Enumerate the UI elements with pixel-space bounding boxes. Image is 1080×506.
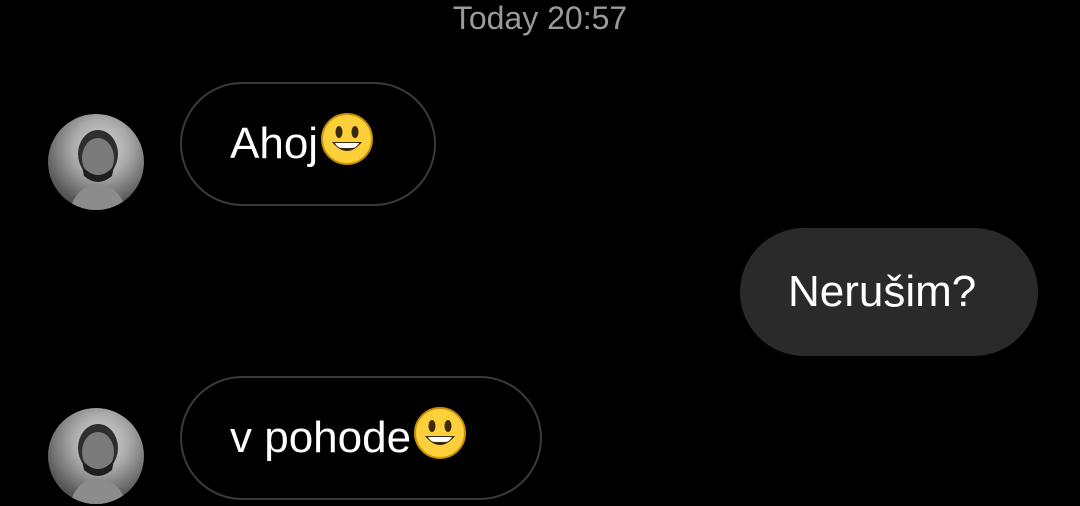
smiling-face-emoji-icon <box>413 406 467 471</box>
contact-avatar[interactable] <box>48 408 144 504</box>
message-bubble-incoming[interactable]: v pohode <box>180 376 542 500</box>
avatar-portrait-icon <box>70 130 126 210</box>
message-text: Nerušim? <box>788 267 977 316</box>
chat-thread: Today 20:57 Ahoj Nerušim? v pohode <box>0 0 1080 506</box>
message-bubble-outgoing[interactable]: Nerušim? <box>740 228 1038 356</box>
message-text: v pohode <box>230 413 412 462</box>
avatar-portrait-icon <box>70 424 126 504</box>
message-bubble-incoming[interactable]: Ahoj <box>180 82 436 206</box>
contact-avatar[interactable] <box>48 114 144 210</box>
smiling-face-emoji-icon <box>320 112 374 177</box>
message-text: Ahoj <box>230 119 319 168</box>
message-timestamp: Today 20:57 <box>452 0 628 36</box>
